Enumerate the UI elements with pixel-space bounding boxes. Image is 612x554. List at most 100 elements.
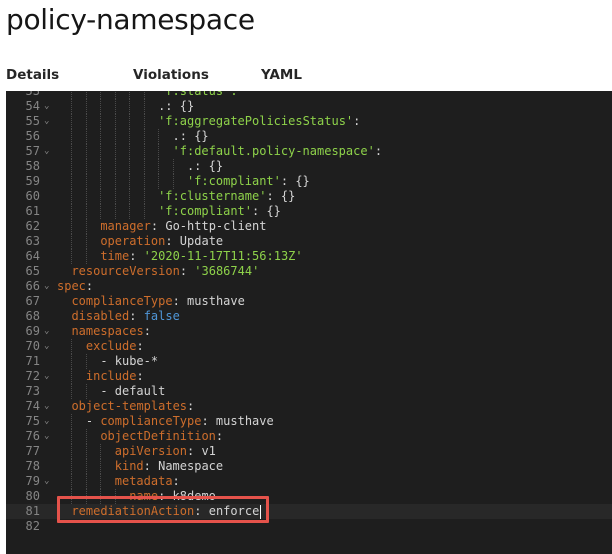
indent-guide (71, 234, 73, 249)
indent-guide (114, 99, 116, 114)
indent-guide (114, 189, 116, 204)
fold-chevron-icon[interactable]: ⌄ (44, 414, 49, 429)
indent-guide (158, 159, 160, 174)
fold-chevron-icon[interactable]: ⌄ (44, 399, 49, 414)
indent-guide (85, 204, 87, 219)
editor-line[interactable]: 73 - default (6, 384, 612, 399)
editor-line[interactable]: 62 manager: Go-http-client (6, 219, 612, 234)
fold-chevron-icon[interactable]: ⌄ (44, 99, 49, 114)
editor-line[interactable]: 77 apiVersion: v1 (6, 444, 612, 459)
fold-chevron-icon[interactable]: ⌄ (44, 369, 49, 384)
code-text: .: {} (173, 129, 209, 144)
indent-guide (129, 159, 131, 174)
line-number: 77 (25, 444, 40, 458)
code-token: time (100, 249, 130, 263)
editor-line[interactable]: 56 .: {} (6, 129, 612, 144)
editor-line[interactable]: 79 ⌄ metadata: (6, 474, 612, 489)
editor-line[interactable]: 58 .: {} (6, 159, 612, 174)
indent-guide (71, 459, 73, 474)
indent-guide (114, 114, 116, 129)
indent-guide (71, 99, 73, 114)
line-number: 59 (25, 174, 40, 188)
editor-line[interactable]: 60 'f:clustername': {} (6, 189, 612, 204)
editor-line[interactable]: 71 - kube-* (6, 354, 612, 369)
code-token: : Go-http-client (150, 219, 267, 233)
indent-guide (71, 384, 73, 399)
editor-line[interactable]: 63 operation: Update (6, 234, 612, 249)
indent-guide (143, 91, 145, 99)
indent-guide (85, 189, 87, 204)
tab-yaml[interactable]: YAML (261, 67, 302, 83)
code-text: 'f:default.policy-namespace': (173, 144, 383, 159)
fold-chevron-icon[interactable]: ⌄ (44, 429, 49, 444)
code-token: : (143, 324, 151, 338)
line-number: 64 (25, 249, 40, 263)
editor-line[interactable]: 55 ⌄ 'f:aggregatePoliciesStatus': (6, 114, 612, 129)
fold-chevron-icon[interactable]: ⌄ (44, 144, 49, 159)
line-number: 72 (25, 369, 40, 383)
code-text: - complianceType: musthave (86, 414, 274, 429)
indent-guide (85, 99, 87, 114)
line-number: 66 (25, 279, 40, 293)
indent-guide (114, 129, 116, 144)
editor-line[interactable]: 67 complianceType: musthave (6, 294, 612, 309)
line-number: 76 (25, 429, 40, 443)
line-number: 53 (25, 91, 40, 98)
line-number: 65 (25, 264, 40, 278)
code-text: complianceType: musthave (71, 294, 244, 309)
editor-line[interactable]: 61 'f:compliant': {} (6, 204, 612, 219)
indent-guide (143, 144, 145, 159)
indent-guide (143, 129, 145, 144)
editor-line[interactable]: 64 time: '2020-11-17T11:56:13Z' (6, 249, 612, 264)
editor-line[interactable]: 59 'f:compliant': {} (6, 174, 612, 189)
code-text: resourceVersion: '3686744' (71, 264, 259, 279)
code-text: include: (86, 369, 144, 384)
code-token: objectDefinition (100, 429, 216, 443)
editor-line[interactable]: 76 ⌄ objectDefinition: (6, 429, 612, 444)
indent-guide (71, 159, 73, 174)
code-text: disabled: false (71, 309, 179, 324)
indent-guide (143, 174, 145, 189)
fold-chevron-icon[interactable]: ⌄ (44, 279, 49, 294)
indent-guide (71, 444, 73, 459)
editor-line[interactable]: 66 ⌄ spec: (6, 279, 612, 294)
editor-line[interactable]: 74 ⌄ object-templates: (6, 399, 612, 414)
editor-line[interactable]: 69 ⌄ namespaces: (6, 324, 612, 339)
code-token: 'f:compliant' (158, 204, 252, 218)
yaml-editor[interactable]: 53 'f:status': 54 ⌄ .: {} 55 ⌄ 'f:aggregatePoli… (6, 91, 612, 554)
indent-guide (85, 429, 87, 444)
fold-chevron-icon[interactable]: ⌄ (44, 324, 49, 339)
editor-line[interactable]: 75 ⌄ - complianceType: musthave (6, 414, 612, 429)
code-token: apiVersion (114, 444, 187, 458)
indent-guide (143, 204, 145, 219)
fold-chevron-icon[interactable]: ⌄ (44, 339, 49, 354)
tab-violations[interactable]: Violations (133, 67, 209, 83)
code-token: include (85, 369, 137, 383)
editor-line[interactable]: 70 ⌄ exclude: (6, 339, 612, 354)
line-number: 71 (25, 354, 40, 368)
indent-guide (100, 91, 102, 99)
fold-chevron-icon[interactable]: ⌄ (44, 474, 49, 489)
indent-guide (85, 114, 87, 129)
code-text: - kube-* (100, 354, 158, 369)
editor-line[interactable]: 78 kind: Namespace (6, 459, 612, 474)
editor-line[interactable]: 65 resourceVersion: '3686744' (6, 264, 612, 279)
line-number: 73 (25, 384, 40, 398)
code-text: operation: Update (100, 234, 223, 249)
editor-line[interactable]: 53 'f:status': (6, 91, 612, 99)
code-token: : (187, 399, 195, 413)
editor-line[interactable]: 54 ⌄ .: {} (6, 99, 612, 114)
line-number: 69 (25, 324, 40, 338)
tab-details[interactable]: Details (6, 67, 59, 83)
indent-guide (85, 444, 87, 459)
code-text: metadata: (115, 474, 180, 489)
indent-guide (143, 159, 145, 174)
code-text: kind: Namespace (115, 459, 223, 474)
editor-line[interactable]: 57 ⌄ 'f:default.policy-namespace': (6, 144, 612, 159)
editor-line[interactable]: 68 disabled: false (6, 309, 612, 324)
editor-line[interactable]: 72 ⌄ include: (6, 369, 612, 384)
line-number: 67 (25, 294, 40, 308)
fold-chevron-icon[interactable]: ⌄ (44, 114, 49, 129)
code-token: disabled (71, 309, 130, 323)
indent-guide (100, 159, 102, 174)
